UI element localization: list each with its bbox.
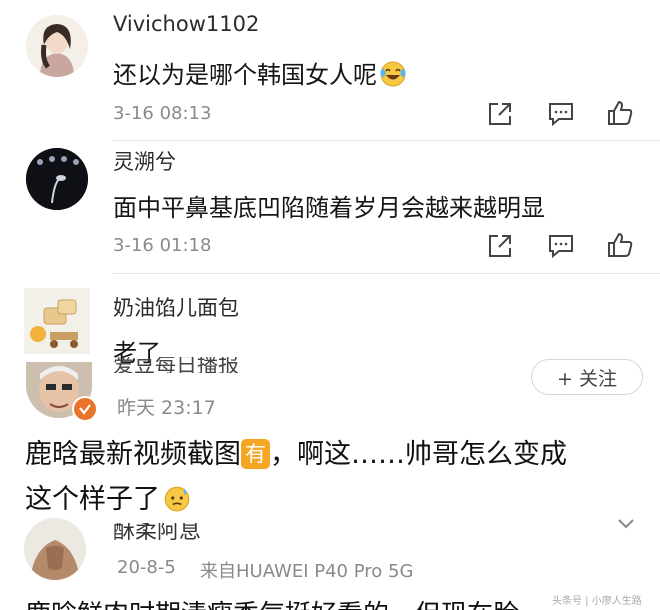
comment-text: 面中平鼻基底凹陷随着岁月会越来越明显: [113, 194, 545, 222]
share-icon[interactable]: [486, 232, 514, 260]
avatar[interactable]: [26, 15, 88, 77]
post-text-part2: ，啊这……帅哥怎么变成: [270, 439, 567, 470]
divider: [113, 140, 660, 141]
comment-text: 还以为是哪个韩国女人呢: [113, 55, 407, 90]
post-text-part1: 鹿晗最新视频截图: [25, 439, 241, 470]
post-text-line2: 这个样子了: [25, 477, 567, 522]
post-time: 20-8-5: [117, 557, 176, 578]
verified-badge: [72, 396, 98, 422]
comment-time: 3-16 08:13: [113, 103, 212, 124]
comment-text-content: 还以为是哪个韩国女人呢: [113, 61, 377, 89]
post-text-line2-content: 这个样子了: [25, 484, 160, 515]
post-text: 鹿晗最新视频截图有，啊这……帅哥怎么变成 这个样子了: [25, 432, 567, 522]
like-icon[interactable]: [606, 231, 634, 259]
tag-badge: 有: [241, 439, 270, 469]
author-name-clipped[interactable]: 酥柔阿息: [113, 523, 201, 541]
author-name-clipped[interactable]: 爱豆每日播报: [113, 357, 239, 373]
avatar[interactable]: [24, 518, 86, 580]
follow-button-label: + 关注: [557, 367, 617, 390]
comment-icon[interactable]: [547, 232, 575, 260]
author-name: 爱豆每日播报: [113, 357, 239, 373]
sweat-face-emoji: [164, 486, 190, 512]
post-time: 昨天 23:17: [117, 397, 216, 419]
avatar[interactable]: [26, 148, 88, 210]
like-icon[interactable]: [606, 99, 634, 127]
watermark: 头条号 | 小廖人生路: [552, 596, 642, 607]
chevron-down-icon[interactable]: [616, 517, 636, 531]
comment-username[interactable]: 灵溯兮: [113, 146, 176, 176]
divider: [113, 273, 660, 274]
follow-button[interactable]: + 关注: [531, 359, 643, 395]
avatar[interactable]: [24, 288, 90, 354]
author-name: 酥柔阿息: [113, 523, 202, 541]
post-text-line1: 鹿晗最新视频截图有，啊这……帅哥怎么变成: [25, 432, 567, 477]
comment-username[interactable]: Vivichow1102: [113, 12, 259, 36]
comment-time: 3-16 01:18: [113, 235, 212, 256]
share-icon[interactable]: [486, 100, 514, 128]
laughing-tears-emoji: [380, 61, 406, 87]
post-source: 来自HUAWEI P40 Pro 5G: [200, 561, 414, 582]
comment-username[interactable]: 奶油馅儿面包: [113, 292, 239, 322]
comment-icon[interactable]: [547, 100, 575, 128]
